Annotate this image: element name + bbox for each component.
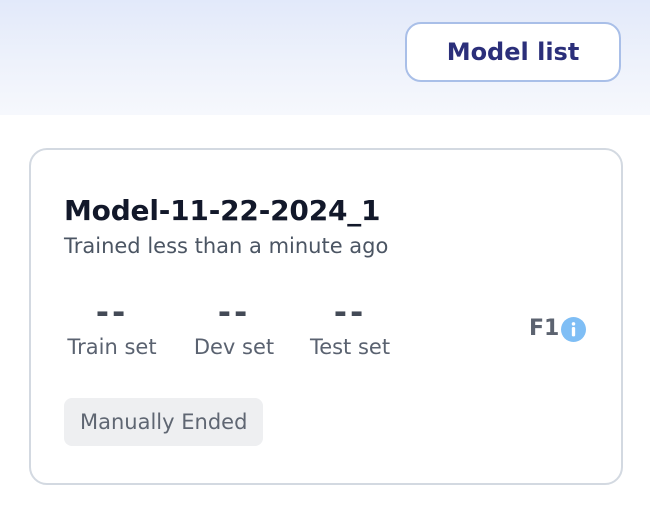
- metric-test-set: -- Test set: [306, 292, 394, 360]
- model-list-button[interactable]: Model list: [405, 22, 621, 82]
- info-icon[interactable]: [561, 316, 587, 342]
- metric-label: Train set: [67, 335, 157, 359]
- model-name: Model-11-22-2024_1: [64, 194, 381, 227]
- header-bar: Model list: [0, 0, 650, 115]
- page: Model list Model-11-22-2024_1 Trained le…: [0, 0, 650, 511]
- metric-dev-set: -- Dev set: [192, 292, 276, 360]
- metric-train-set: -- Train set: [64, 292, 160, 360]
- metric-value: --: [333, 293, 367, 331]
- metric-label: Test set: [309, 335, 391, 359]
- f1-label: F1: [529, 316, 560, 341]
- metric-value: --: [217, 293, 251, 331]
- metric-value: --: [95, 293, 129, 331]
- model-card[interactable]: Model-11-22-2024_1 Trained less than a m…: [29, 148, 623, 485]
- metric-label: Dev set: [193, 335, 275, 359]
- status-badge: Manually Ended: [64, 398, 264, 446]
- metric-name-f1: F1: [529, 315, 587, 343]
- trained-time: Trained less than a minute ago: [64, 234, 389, 258]
